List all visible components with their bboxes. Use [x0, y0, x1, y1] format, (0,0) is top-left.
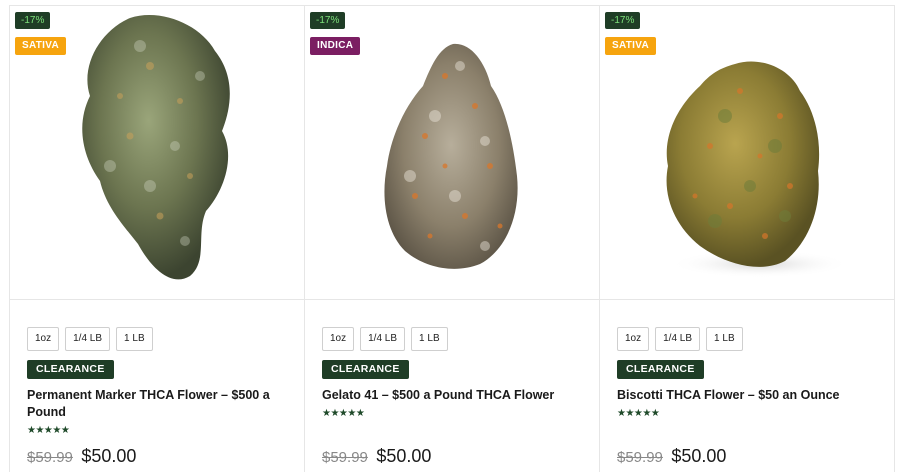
discount-badge: -17% — [15, 12, 51, 29]
star-rating: ★★★★★ — [27, 425, 70, 436]
clearance-badge: CLEARANCE — [322, 360, 409, 379]
product-title[interactable]: Permanent Marker THCA Flower – $500 a Po… — [27, 387, 292, 421]
original-price: $59.99 — [27, 449, 73, 466]
strain-type-badge: INDICA — [310, 37, 361, 55]
star-rating: ★★★★★ — [322, 408, 365, 419]
sale-price: $50.00 — [81, 446, 137, 466]
variant-selector: 1oz 1/4 LB 1 LB — [617, 327, 743, 351]
variant-1lb-button[interactable]: 1 LB — [706, 327, 743, 351]
original-price: $59.99 — [322, 449, 368, 466]
variant-1oz-button[interactable]: 1oz — [322, 327, 355, 351]
product-card[interactable]: -17% SATIVA 1oz 1/4 LB 1 LB CLEARANCE Pe… — [9, 5, 305, 472]
strain-type-badge: SATIVA — [605, 37, 656, 55]
product-title[interactable]: Biscotti THCA Flower – $50 an Ounce — [617, 387, 882, 404]
variant-selector: 1oz 1/4 LB 1 LB — [27, 327, 153, 351]
product-grid: -17% SATIVA 1oz 1/4 LB 1 LB CLEARANCE Pe… — [9, 5, 895, 472]
variant-1oz-button[interactable]: 1oz — [27, 327, 60, 351]
product-card[interactable]: -17% INDICA 1oz 1/4 LB 1 LB CLEARANCE Ge… — [304, 5, 600, 472]
product-image[interactable]: -17% SATIVA — [600, 6, 894, 300]
product-title[interactable]: Gelato 41 – $500 a Pound THCA Flower — [322, 387, 587, 404]
price: $59.99 $50.00 — [322, 446, 431, 467]
product-image[interactable]: -17% INDICA — [305, 6, 599, 300]
sale-price: $50.00 — [376, 446, 432, 466]
variant-1oz-button[interactable]: 1oz — [617, 327, 650, 351]
strain-type-badge: SATIVA — [15, 37, 66, 55]
discount-badge: -17% — [605, 12, 641, 29]
clearance-badge: CLEARANCE — [27, 360, 114, 379]
product-card[interactable]: -17% SATIVA 1oz 1/4 LB 1 LB CLEARANCE Bi… — [599, 5, 895, 472]
variant-quarter-lb-button[interactable]: 1/4 LB — [655, 327, 701, 351]
product-image[interactable]: -17% SATIVA — [10, 6, 304, 300]
sale-price: $50.00 — [671, 446, 727, 466]
discount-badge: -17% — [310, 12, 346, 29]
variant-1lb-button[interactable]: 1 LB — [116, 327, 153, 351]
clearance-badge: CLEARANCE — [617, 360, 704, 379]
variant-quarter-lb-button[interactable]: 1/4 LB — [360, 327, 406, 351]
price: $59.99 $50.00 — [617, 446, 726, 467]
variant-selector: 1oz 1/4 LB 1 LB — [322, 327, 448, 351]
price: $59.99 $50.00 — [27, 446, 136, 467]
variant-1lb-button[interactable]: 1 LB — [411, 327, 448, 351]
variant-quarter-lb-button[interactable]: 1/4 LB — [65, 327, 111, 351]
original-price: $59.99 — [617, 449, 663, 466]
star-rating: ★★★★★ — [617, 408, 660, 419]
